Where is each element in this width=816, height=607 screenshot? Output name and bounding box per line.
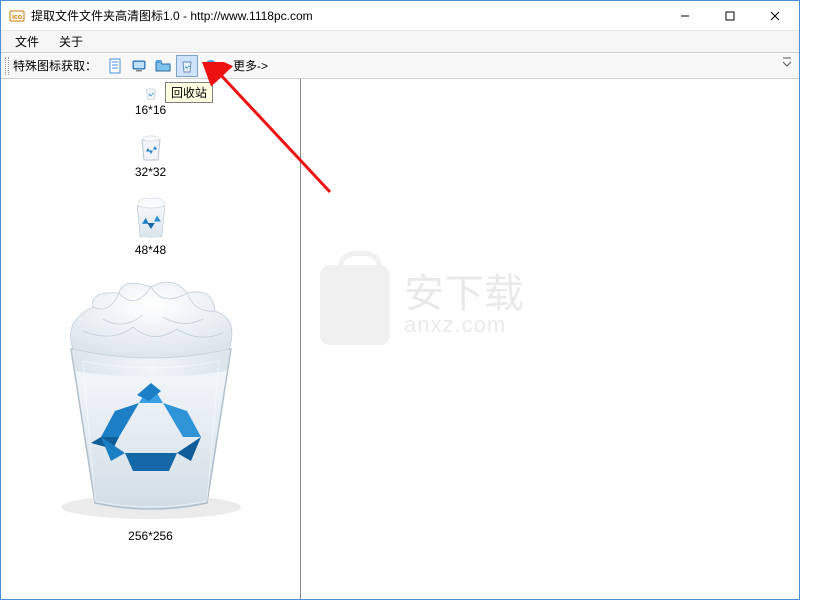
app-icon: ico: [9, 8, 25, 24]
close-button[interactable]: [752, 2, 797, 30]
more-label: 更多->: [233, 57, 268, 74]
icon-preview-16: 16*16: [5, 85, 296, 117]
icon-preview-panel: 回收站 16*16 32*32: [1, 79, 301, 599]
app-window: ico 提取文件文件夹高清图标1.0 - http://www.1118pc.c…: [0, 0, 800, 600]
icon-label-16: 16*16: [135, 103, 166, 117]
recycle-bin-256-icon: [23, 271, 279, 527]
icon-label-32: 32*32: [135, 165, 166, 179]
maximize-button[interactable]: [707, 2, 752, 30]
recycle-bin-16-icon: [143, 85, 159, 101]
icon-preview-48: 48*48: [5, 193, 296, 257]
more-button[interactable]: 更多->: [229, 55, 272, 76]
icon-label-48: 48*48: [135, 243, 166, 257]
svg-text:ico: ico: [12, 14, 22, 21]
recycle-bin-48-icon: [127, 193, 175, 241]
recycle-bin-icon[interactable]: [176, 55, 198, 77]
menu-about[interactable]: 关于: [49, 31, 93, 52]
minimize-button[interactable]: [662, 2, 707, 30]
menubar: 文件 关于: [1, 31, 799, 53]
tooltip: 回收站: [165, 82, 213, 103]
toolbar-label: 特殊图标获取：: [13, 57, 97, 74]
folder-icon[interactable]: [152, 55, 174, 77]
recycle-bin-32-icon: [135, 131, 167, 163]
window-controls: [662, 2, 797, 30]
internet-explorer-icon[interactable]: [200, 55, 222, 77]
icon-preview-256: 256*256: [5, 271, 296, 543]
window-title: 提取文件文件夹高清图标1.0 - http://www.1118pc.com: [31, 7, 662, 24]
toolbar: 特殊图标获取：: [1, 53, 799, 79]
icon-label-256: 256*256: [128, 529, 173, 543]
document-icon[interactable]: [104, 55, 126, 77]
computer-icon[interactable]: [128, 55, 150, 77]
menu-file[interactable]: 文件: [5, 31, 49, 52]
titlebar: ico 提取文件文件夹高清图标1.0 - http://www.1118pc.c…: [1, 1, 799, 31]
icon-preview-32: 32*32: [5, 131, 296, 179]
toolbar-grip: [5, 57, 9, 75]
right-panel: [301, 79, 799, 599]
toolbar-overflow[interactable]: [779, 56, 795, 75]
content-area: 回收站 16*16 32*32: [1, 79, 799, 599]
